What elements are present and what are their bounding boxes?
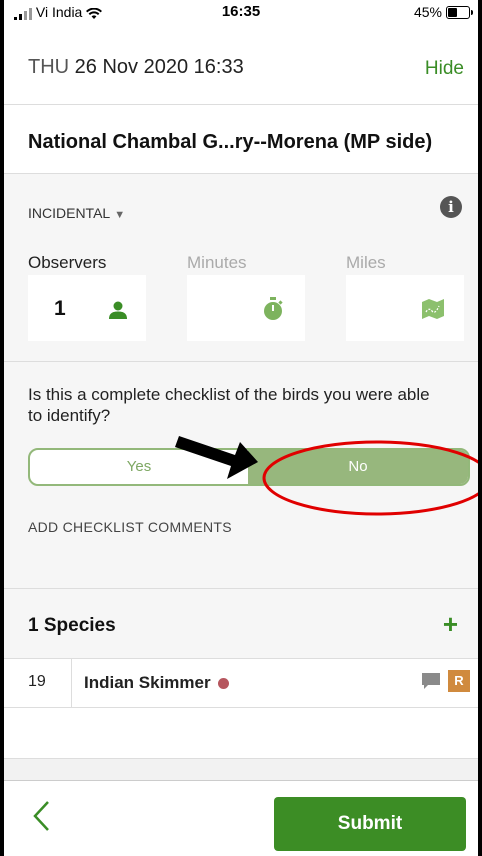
sensitive-dot-icon — [217, 678, 229, 690]
stopwatch-icon — [264, 297, 283, 320]
protocol-label: INCIDENTAL — [28, 205, 111, 221]
observers-value: 1 — [54, 297, 66, 320]
chevron-down-icon: ▼ — [114, 209, 126, 221]
empty-row — [4, 708, 478, 759]
checklist-date[interactable]: THU 26 Nov 2020 16:33 — [28, 56, 244, 79]
species-header: 1 Species + — [4, 589, 478, 659]
species-count-value[interactable]: 19 — [28, 673, 46, 691]
back-chevron-icon[interactable] — [30, 799, 54, 833]
hide-button[interactable]: Hide — [425, 58, 464, 80]
species-row[interactable]: 19 Indian Skimmer R — [4, 659, 478, 708]
minutes-field[interactable] — [187, 275, 305, 341]
add-comments-button[interactable]: ADD CHECKLIST COMMENTS — [28, 519, 232, 535]
status-bar: Vi India 16:35 45% — [4, 0, 478, 24]
minutes-label: Minutes — [187, 253, 247, 272]
battery-percent: 45% — [413, 4, 442, 20]
species-name: Indian Skimmer — [84, 673, 211, 692]
observers-label: Observers — [28, 253, 107, 272]
observers-field[interactable]: 1 — [28, 275, 146, 341]
complete-toggle[interactable]: Yes No — [28, 448, 470, 486]
person-icon — [109, 301, 127, 319]
submit-button[interactable]: Submit — [274, 797, 466, 851]
species-name-cell: Indian Skimmer — [84, 673, 229, 693]
comment-icon[interactable] — [422, 673, 440, 690]
row-divider — [71, 659, 72, 707]
protocol-dropdown[interactable]: INCIDENTAL ▼ — [28, 205, 125, 221]
yes-option[interactable]: Yes — [30, 450, 248, 484]
checklist-header: THU 26 Nov 2020 16:33 Hide — [4, 24, 478, 105]
effort-section: INCIDENTAL ▼ i Observers Minutes Miles 1 — [4, 174, 478, 362]
phone-screen: Vi India 16:35 45% THU 26 Nov 2020 16:33… — [4, 0, 478, 856]
day-of-week: THU — [28, 56, 70, 78]
miles-label: Miles — [346, 253, 386, 272]
location-name: National Chambal G...ry--Morena (MP side… — [28, 131, 433, 153]
info-icon[interactable]: i — [440, 196, 462, 218]
complete-question: Is this a complete checklist of the bird… — [28, 385, 430, 425]
clock: 16:35 — [221, 3, 261, 20]
miles-field[interactable] — [346, 275, 464, 341]
add-species-button[interactable]: + — [443, 609, 458, 640]
date-time: 26 Nov 2020 16:33 — [74, 56, 244, 78]
battery-icon — [446, 6, 473, 19]
no-option[interactable]: No — [248, 450, 468, 484]
rare-badge: R — [448, 670, 470, 692]
location-row[interactable]: National Chambal G...ry--Morena (MP side… — [4, 105, 478, 174]
species-count: 1 Species — [28, 615, 116, 636]
footer-bar: Submit — [4, 780, 478, 856]
map-icon — [422, 299, 444, 319]
complete-checklist-section: Is this a complete checklist of the bird… — [4, 362, 478, 589]
